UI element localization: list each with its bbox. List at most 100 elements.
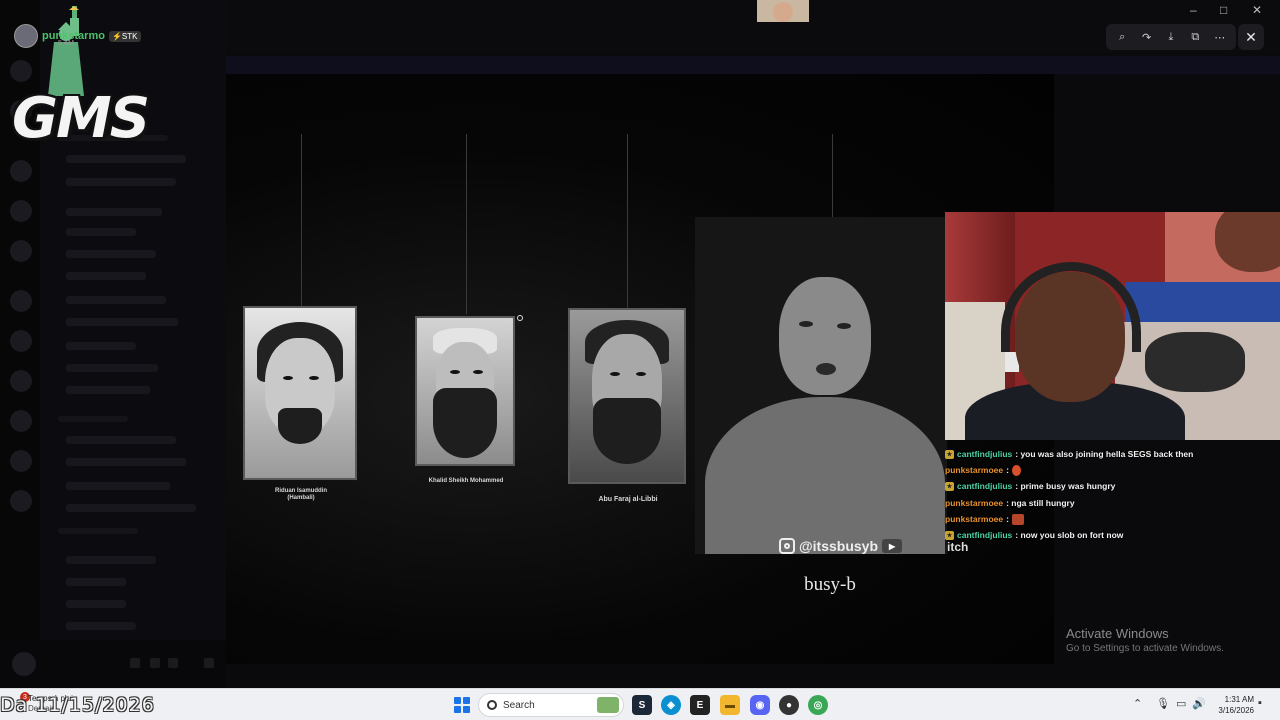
channel-item[interactable]	[66, 482, 170, 490]
server-icon[interactable]	[10, 490, 32, 512]
clock-date: 3/16/2026	[1218, 706, 1254, 715]
portrait-caption: Khalid Sheikh Mohammed	[428, 478, 504, 484]
open-external-icon[interactable]: ⧉	[1186, 28, 1204, 46]
chat-text: : prime busy was hungry	[1015, 481, 1116, 491]
server-icon[interactable]	[10, 290, 32, 312]
voice-channel-item[interactable]	[66, 556, 156, 564]
channel-category[interactable]	[58, 416, 128, 422]
channel-item[interactable]	[66, 342, 136, 350]
server-icon[interactable]	[10, 450, 32, 472]
chat-text: : you was also joining hella SEGS back t…	[1015, 449, 1194, 459]
headset-icon	[1001, 262, 1141, 352]
chrome-icon[interactable]: ◎	[808, 695, 828, 715]
more-icon[interactable]: ⋯	[1211, 28, 1229, 46]
voice-channel-item[interactable]	[66, 600, 126, 608]
channel-item[interactable]	[66, 250, 156, 258]
channel-item[interactable]	[66, 364, 158, 372]
vpn-icon[interactable]: ◈	[661, 695, 681, 715]
avatar	[14, 24, 38, 48]
channel-item[interactable]	[66, 272, 146, 280]
channel-item[interactable]	[66, 436, 176, 444]
channel-item[interactable]	[66, 386, 150, 394]
chat-username: punkstarmoee	[945, 498, 1004, 508]
sub-badge-icon: ★	[945, 449, 954, 459]
steam-icon[interactable]: S	[632, 695, 652, 715]
server-icon[interactable]	[10, 240, 32, 262]
minimize-icon[interactable]: –	[1190, 3, 1197, 17]
emote-icon	[1011, 464, 1021, 476]
close-window-icon[interactable]: ✕	[1252, 3, 1262, 17]
chevron-up-icon[interactable]: ⌃	[1133, 697, 1142, 710]
channel-category[interactable]	[58, 528, 138, 534]
volume-icon[interactable]: 🔊	[1192, 697, 1206, 710]
stream-chat: ★ cantfindjulius : you was also joining …	[945, 446, 1280, 546]
emote-icon	[1011, 513, 1024, 525]
channel-item[interactable]	[66, 155, 186, 163]
chat-message: punkstarmoee :	[945, 511, 1024, 527]
hanging-string	[301, 134, 302, 310]
download-icon[interactable]: ⤓	[1162, 28, 1180, 46]
avatar[interactable]	[12, 652, 36, 676]
guest-body	[705, 397, 945, 554]
search-icon	[487, 700, 497, 710]
channel-item[interactable]	[66, 296, 166, 304]
maximize-icon[interactable]: □	[1220, 3, 1227, 17]
zoom-icon[interactable]: ⌕	[1113, 28, 1131, 46]
file-explorer-icon[interactable]: ▬	[720, 695, 740, 715]
date-overlay: Da 11/15/2026	[0, 694, 155, 716]
microphone-icon[interactable]: 🎙	[1156, 697, 1170, 710]
channel-item[interactable]	[66, 318, 178, 326]
youtube-icon: ▶	[882, 539, 903, 553]
network-icon[interactable]: ▭	[1176, 697, 1186, 710]
start-button[interactable]	[454, 697, 470, 713]
mute-icon[interactable]	[130, 658, 140, 668]
channel-item[interactable]	[66, 504, 196, 512]
epic-games-icon[interactable]: E	[690, 695, 710, 715]
voice-channel-item[interactable]	[66, 578, 126, 586]
guest-head	[779, 277, 871, 395]
discord-icon[interactable]: ◉	[750, 695, 770, 715]
sub-badge-icon: ★	[945, 481, 954, 491]
portrait-photo	[243, 306, 357, 480]
server-icon[interactable]	[10, 330, 32, 352]
channel-item[interactable]	[66, 228, 136, 236]
headset-icon[interactable]	[168, 658, 178, 668]
guest-photo-panel: @itssbusyb ▶	[695, 217, 947, 554]
activate-title: Activate Windows	[1066, 626, 1169, 641]
statue-of-liberty-icon	[48, 6, 84, 96]
social-handle: @itssbusyb ▶	[779, 538, 903, 554]
instagram-icon	[779, 538, 795, 554]
server-icon[interactable]	[10, 410, 32, 432]
channel-item[interactable]	[66, 178, 176, 186]
taskbar-search[interactable]: Search	[478, 693, 624, 717]
chat-text: :	[1006, 465, 1009, 475]
rotate-icon[interactable]: ↷	[1138, 28, 1156, 46]
portrait-photo	[568, 308, 686, 484]
server-icon[interactable]	[10, 370, 32, 392]
user-panel	[0, 640, 226, 688]
close-icon[interactable]: ✕	[1238, 24, 1264, 50]
system-clock[interactable]: 1:31 AM 3/16/2026	[1212, 694, 1254, 716]
windows-taskbar: 3 Temps à plui Demain Search S ◈ E ▬ ◉ ●…	[0, 688, 1280, 720]
portrait-caption: Abu Faraj al-Libbi	[598, 496, 658, 503]
chat-username: cantfindjulius	[957, 530, 1013, 540]
voice-channel-item[interactable]	[66, 622, 136, 630]
server-icon[interactable]	[10, 200, 32, 222]
obs-icon[interactable]: ●	[779, 695, 799, 715]
notification-icon[interactable]: ▪	[1258, 697, 1262, 709]
guest-name-label: busy-b	[804, 574, 856, 595]
channel-item[interactable]	[66, 458, 186, 466]
portrait-photo	[415, 316, 515, 466]
overlay-badge: ⚡STK	[108, 30, 141, 42]
handle-text: @itssbusyb	[799, 538, 879, 554]
chat-message: ★ cantfindjulius : you was also joining …	[945, 446, 1193, 462]
video-call-pip[interactable]	[757, 0, 809, 22]
channel-item[interactable]	[66, 208, 162, 216]
server-icon[interactable]	[10, 60, 32, 82]
deafen-icon[interactable]	[150, 658, 160, 668]
chat-message: ★ cantfindjulius : prime busy was hungry	[945, 478, 1115, 494]
chat-text: :	[1006, 514, 1009, 524]
server-icon[interactable]	[10, 160, 32, 182]
chat-username: cantfindjulius	[957, 449, 1013, 459]
settings-icon[interactable]	[204, 658, 214, 668]
